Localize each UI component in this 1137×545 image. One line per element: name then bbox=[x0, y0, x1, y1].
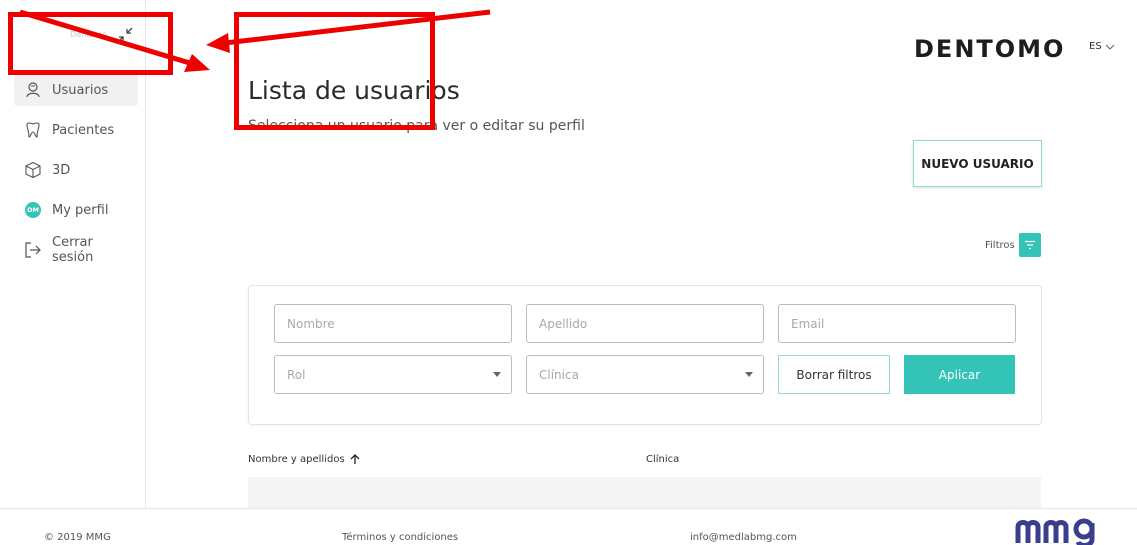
surname-field[interactable] bbox=[526, 304, 764, 343]
footer: © 2019 MMG Términos y condiciones info@m… bbox=[0, 508, 1137, 545]
filters-label: Filtros bbox=[985, 240, 1015, 251]
terms-link[interactable]: Términos y condiciones bbox=[342, 532, 458, 543]
email-input[interactable] bbox=[791, 316, 1015, 331]
sidebar-item-my-perfil[interactable]: DM My perfil bbox=[14, 194, 138, 226]
sidebar-item-label: Pacientes bbox=[52, 122, 115, 138]
sidebar-item-label: Usuarios bbox=[52, 82, 109, 98]
logout-icon bbox=[24, 241, 42, 259]
column-header-name[interactable]: Nombre y apellidos bbox=[248, 454, 360, 465]
tooth-icon bbox=[24, 121, 42, 139]
logo-text: DENTOMO bbox=[914, 35, 1066, 63]
user-tooth-icon bbox=[24, 81, 42, 99]
surname-input[interactable] bbox=[539, 316, 763, 331]
sidebar-item-label: Cerrar sesión bbox=[52, 235, 94, 265]
role-select[interactable]: Rol bbox=[274, 355, 512, 394]
filter-toggle-button[interactable] bbox=[1019, 233, 1041, 257]
clinic-select-value: Clínica bbox=[539, 367, 579, 382]
dropdown-caret-icon bbox=[493, 372, 501, 377]
sidebar-item-pacientes[interactable]: Pacientes bbox=[14, 114, 138, 146]
new-user-button[interactable]: NUEVO USUARIO bbox=[913, 140, 1042, 187]
column-header-label: Clínica bbox=[646, 454, 680, 465]
dropdown-caret-icon bbox=[745, 372, 753, 377]
clinic-select[interactable]: Clínica bbox=[526, 355, 764, 394]
language-selector[interactable]: ES bbox=[1089, 41, 1115, 52]
avatar-initials: DM bbox=[25, 202, 41, 218]
sidebar-item-3d[interactable]: 3D bbox=[14, 154, 138, 186]
sort-arrow-up-icon[interactable] bbox=[350, 454, 360, 465]
mmg-logo bbox=[1015, 518, 1095, 545]
copyright-text: © 2019 MMG bbox=[44, 532, 111, 543]
sidebar-item-label: 3D bbox=[52, 162, 71, 178]
column-header-clinic[interactable]: Clínica bbox=[646, 454, 679, 465]
table-row[interactable] bbox=[248, 477, 1041, 508]
dentomo-logo[interactable]: DENTOMO bbox=[914, 34, 1065, 64]
email-field[interactable] bbox=[778, 304, 1016, 343]
apply-button[interactable]: Aplicar bbox=[904, 355, 1015, 394]
chevron-down-icon bbox=[1105, 44, 1115, 50]
sidebar-item-cerrar-sesion[interactable]: Cerrar sesión bbox=[14, 234, 138, 266]
avatar: DM bbox=[24, 201, 42, 219]
name-input[interactable] bbox=[287, 316, 511, 331]
name-field[interactable] bbox=[274, 304, 512, 343]
sidebar-item-label: My perfil bbox=[52, 202, 109, 218]
column-header-label: Nombre y apellidos bbox=[248, 454, 345, 465]
filter-icon bbox=[1025, 240, 1035, 250]
sidebar: Dentomo Usuarios Pacientes 3D DM My perf… bbox=[0, 0, 146, 508]
role-select-value: Rol bbox=[287, 367, 306, 382]
annotation-box-title bbox=[234, 12, 435, 130]
clear-filters-button[interactable]: Borrar filtros bbox=[778, 355, 890, 394]
contact-email-link[interactable]: info@medlabmg.com bbox=[690, 532, 797, 543]
cube-icon bbox=[24, 161, 42, 179]
sidebar-item-usuarios[interactable]: Usuarios bbox=[14, 74, 138, 106]
language-label: ES bbox=[1089, 41, 1102, 52]
annotation-arrows bbox=[19, 9, 491, 72]
annotation-box-left bbox=[8, 12, 173, 75]
